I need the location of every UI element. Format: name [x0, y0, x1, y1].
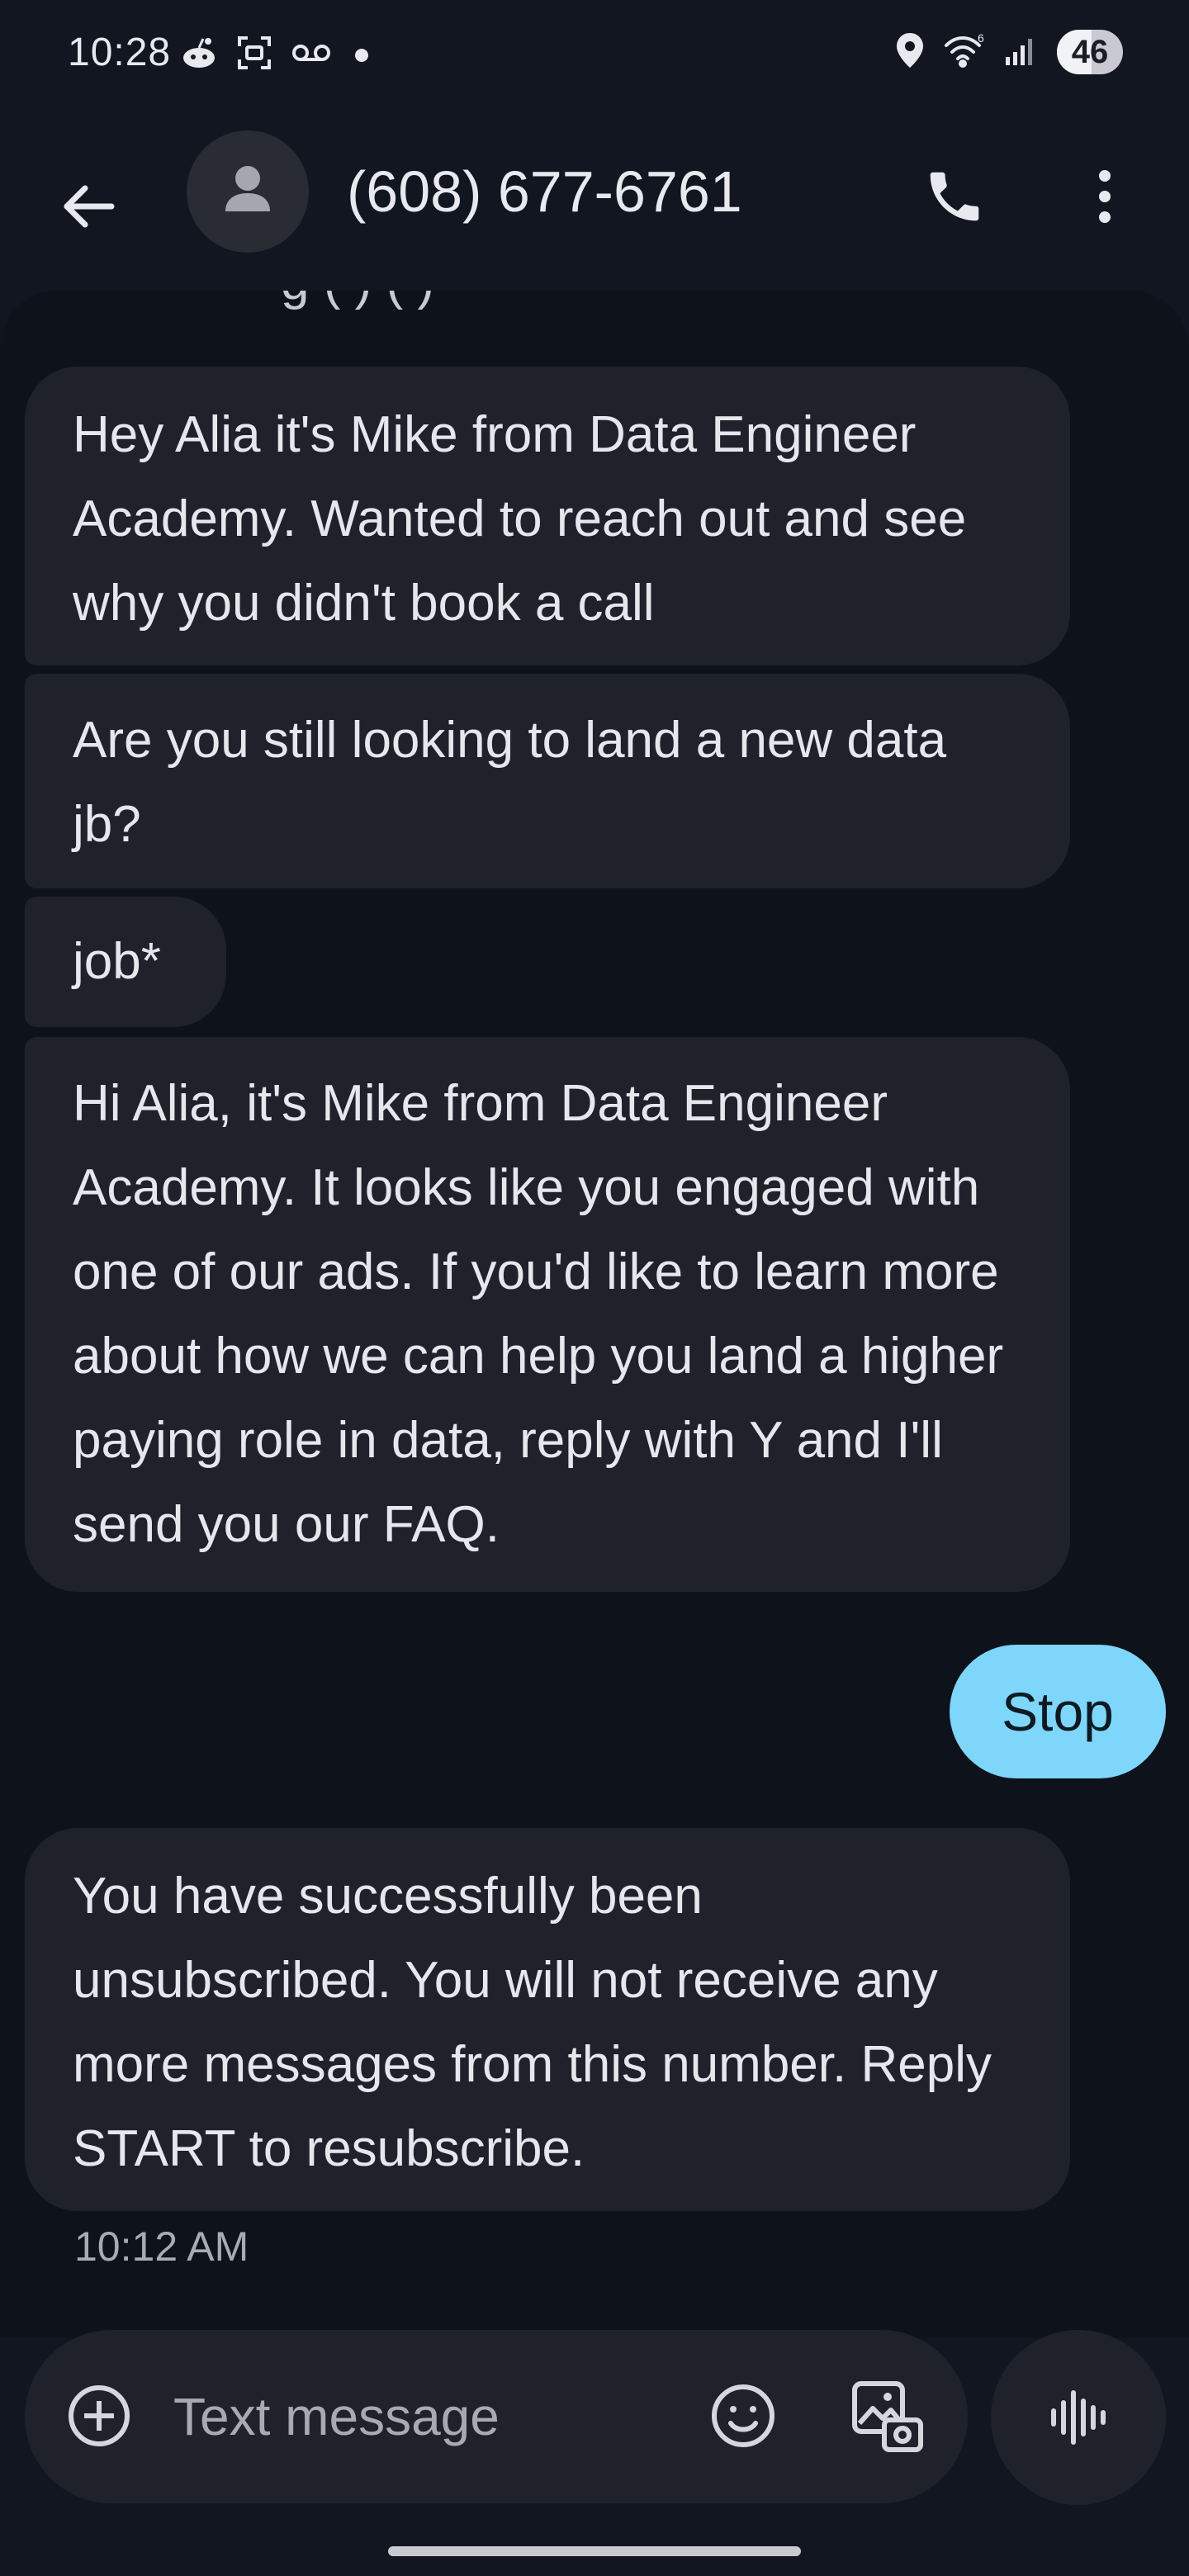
- incoming-message[interactable]: Hey Alia it's Mike from Data Engineer Ac…: [25, 367, 1070, 665]
- call-button[interactable]: [915, 157, 994, 236]
- emoji-button[interactable]: [702, 2375, 784, 2457]
- status-icons-left: [180, 35, 368, 75]
- gesture-navigation-bar[interactable]: [388, 2546, 801, 2556]
- person-icon: [225, 166, 270, 211]
- contact-name[interactable]: (608) 677-6761: [347, 159, 742, 225]
- message-composer: [25, 2330, 968, 2503]
- message-thread[interactable]: g ( ) ( ) Hey Alia it's Mike from Data E…: [0, 291, 1189, 2338]
- incoming-message[interactable]: Hi Alia, it's Mike from Data Engineer Ac…: [25, 1037, 1070, 1592]
- gallery-button[interactable]: [842, 2371, 933, 2462]
- location-icon: [895, 31, 925, 73]
- add-icon: [69, 2385, 130, 2446]
- cut-off-message-text: g ( ) ( ): [281, 291, 434, 311]
- battery-icon: 46: [1057, 30, 1123, 74]
- status-time: 10:28: [68, 31, 172, 74]
- incoming-message[interactable]: Are you still looking to land a new data…: [25, 674, 1070, 888]
- wifi-icon: 6: [943, 31, 986, 73]
- outgoing-message[interactable]: Stop: [950, 1645, 1166, 1778]
- voice-icon: [1051, 2390, 1106, 2445]
- battery-level: 46: [1071, 34, 1109, 70]
- back-button[interactable]: [48, 165, 130, 248]
- voice-message-button[interactable]: [991, 2330, 1166, 2505]
- gallery-icon: [852, 2381, 923, 2452]
- notification-dot: [355, 48, 368, 62]
- svg-text:6: 6: [978, 32, 984, 45]
- signal-icon: [1004, 34, 1039, 71]
- avatar[interactable]: [187, 130, 309, 253]
- reddit-icon: [180, 36, 218, 73]
- back-arrow-icon: [64, 185, 115, 228]
- conversation-header: (608) 677-6761: [0, 124, 1189, 264]
- more-vert-icon: [1099, 170, 1111, 223]
- message-timestamp: 10:12 AM: [74, 2223, 249, 2270]
- more-options-button[interactable]: [1065, 157, 1144, 236]
- message-input[interactable]: [173, 2379, 636, 2454]
- status-icons-right: 6 46: [895, 30, 1123, 74]
- phone-icon: [930, 172, 979, 221]
- incoming-message[interactable]: job*: [25, 897, 226, 1027]
- status-bar: 10:28 6 46: [0, 0, 1189, 116]
- incoming-message[interactable]: You have successfully been unsubscribed.…: [25, 1828, 1070, 2211]
- voicemail-icon: [291, 40, 332, 69]
- screenshot-icon: [236, 35, 272, 75]
- add-attachment-button[interactable]: [58, 2375, 140, 2457]
- emoji-icon: [712, 2384, 775, 2447]
